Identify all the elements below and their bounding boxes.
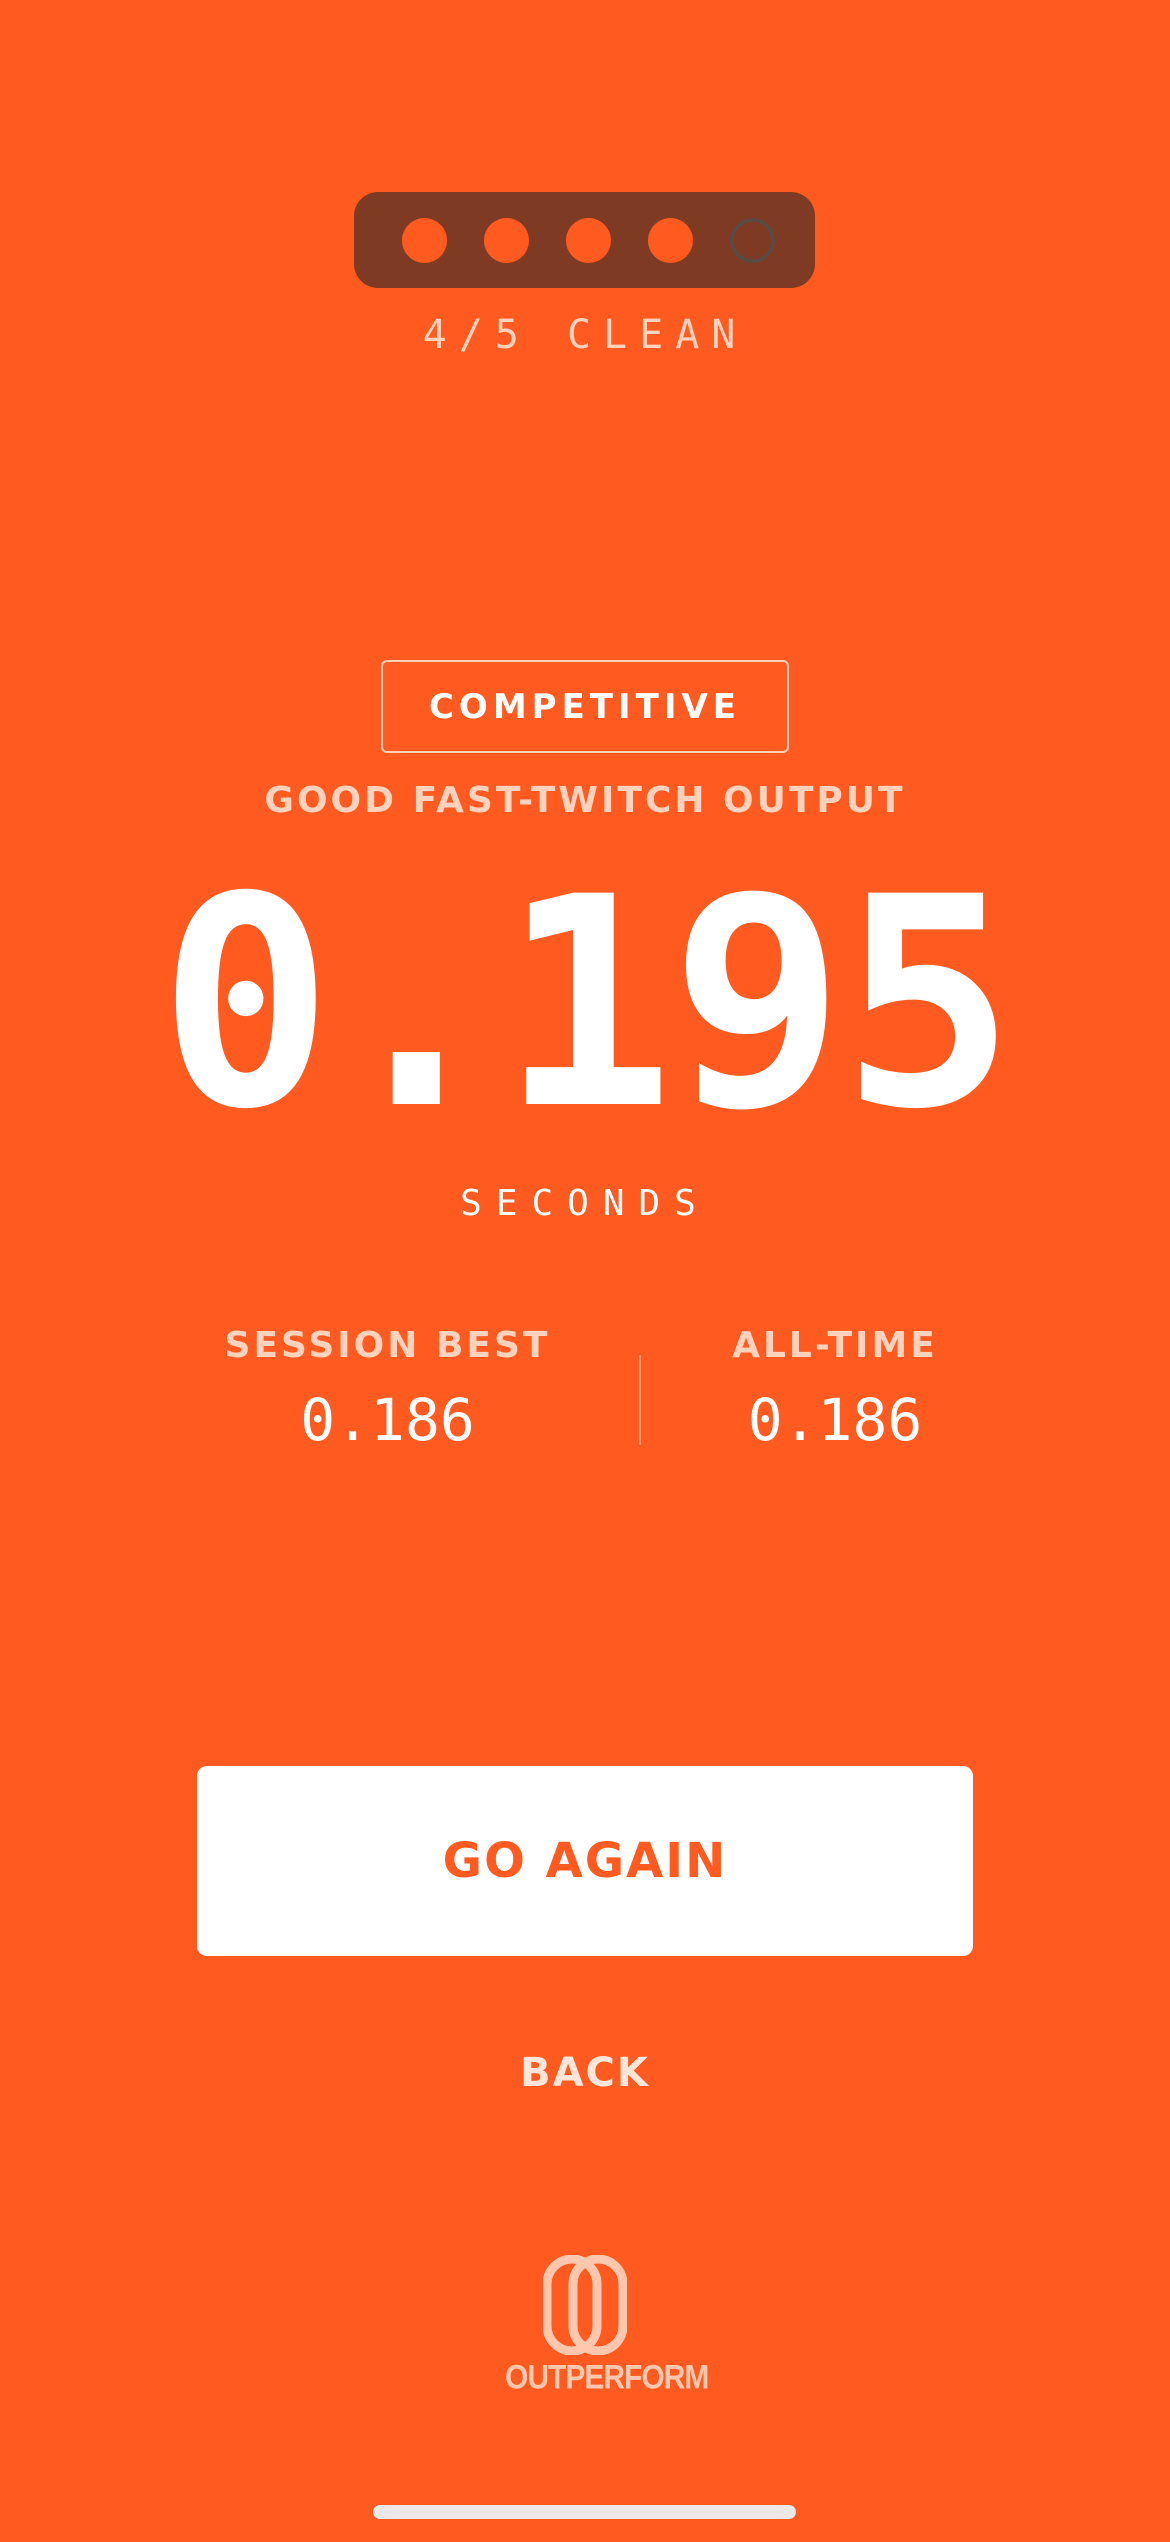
all-time-stat: ALL-TIME 0.186 xyxy=(640,1325,1030,1454)
rating-badge: COMPETITIVE xyxy=(381,660,789,753)
progress-dot-filled xyxy=(402,217,447,263)
progress-dot-filled xyxy=(484,217,529,263)
reaction-time: 0.195 xyxy=(158,836,1016,1173)
progress-label: 4/5 CLEAN xyxy=(422,312,748,358)
brand-logo: OUTPERFORM xyxy=(505,2255,709,2397)
time-unit-label: SECONDS xyxy=(460,1183,710,1224)
session-best-label: SESSION BEST xyxy=(224,1325,551,1366)
progress-indicator xyxy=(354,192,815,288)
rating-subtitle: GOOD FAST-TWITCH OUTPUT xyxy=(264,780,906,821)
outperform-logo-icon xyxy=(543,2255,627,2355)
all-time-value: 0.186 xyxy=(747,1386,923,1454)
progress-dot-filled xyxy=(566,217,611,263)
go-again-button[interactable]: GO AGAIN xyxy=(197,1766,973,1956)
progress-dot-filled xyxy=(648,217,693,263)
back-button[interactable]: BACK xyxy=(485,2050,685,2096)
session-best-stat: SESSION BEST 0.186 xyxy=(200,1325,575,1454)
all-time-label: ALL-TIME xyxy=(732,1325,938,1366)
progress-dot-empty xyxy=(730,217,775,263)
home-indicator[interactable] xyxy=(373,2505,796,2519)
brand-logo-text: OUTPERFORM xyxy=(505,2358,709,2397)
session-best-value: 0.186 xyxy=(300,1386,475,1454)
